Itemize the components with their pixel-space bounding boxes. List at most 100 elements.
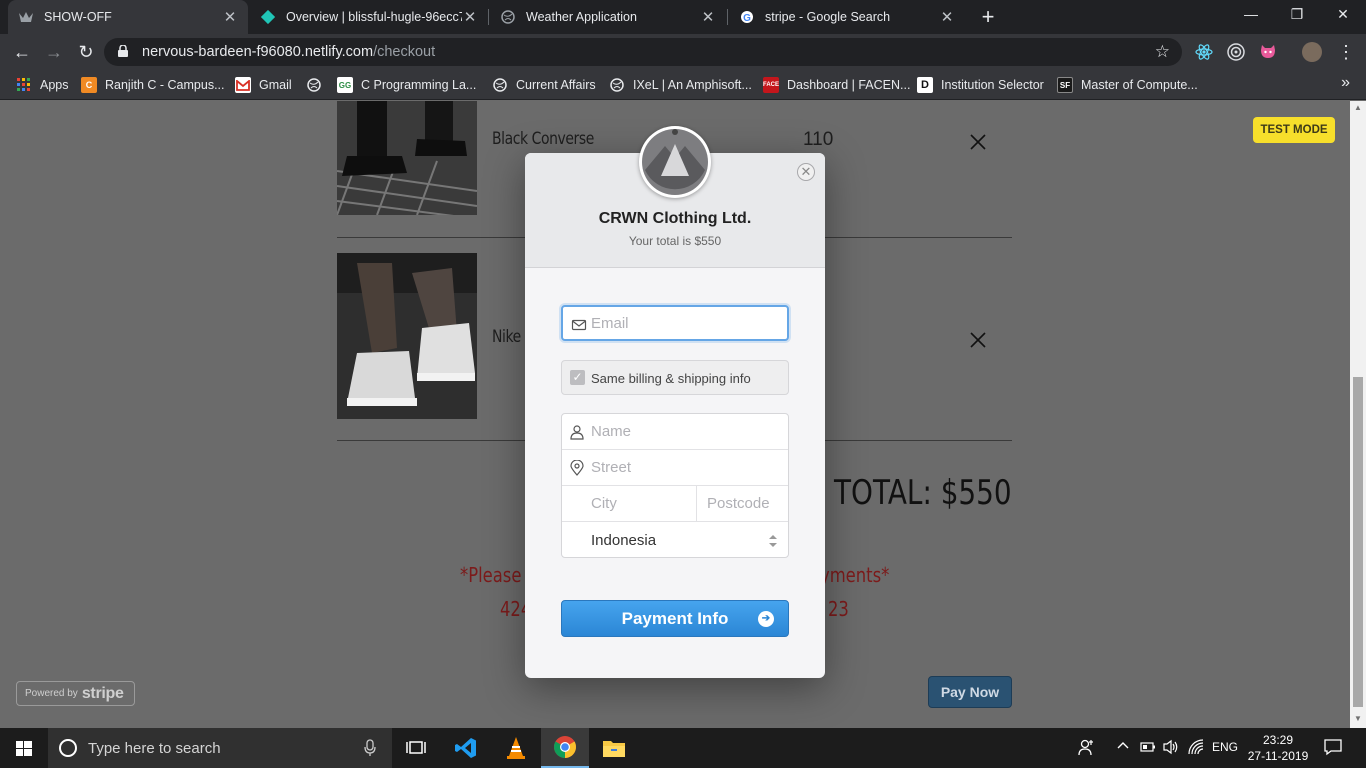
test-card-warning: *Please (460, 563, 522, 587)
pay-now-button[interactable]: Pay Now (928, 676, 1012, 708)
geeksforgeeks-icon: GG (337, 77, 353, 93)
same-billing-checkbox[interactable]: ✓ Same billing & shipping info (561, 360, 789, 395)
microphone-icon[interactable] (364, 739, 376, 757)
postcode-field[interactable]: Postcode (707, 495, 770, 512)
windows-taskbar: Type here to search ENG 23:29 27-11-2019 (0, 728, 1366, 768)
bookmark-current-affairs[interactable]: Current Affairs (492, 76, 596, 94)
tab-overview[interactable]: Overview | blissful-hugle-96ecc7 ✕ (250, 0, 488, 34)
powered-by-stripe[interactable]: Powered by stripe (16, 681, 135, 706)
reload-button[interactable]: ↻ (74, 40, 98, 64)
svg-text:G: G (743, 13, 751, 24)
globe-icon (500, 9, 516, 25)
back-button[interactable]: ← (10, 40, 34, 64)
apps-grid-icon (16, 77, 32, 93)
tab-show-off[interactable]: SHOW-OFF ✕ (8, 0, 248, 34)
email-field[interactable]: Email (561, 305, 789, 341)
payment-info-button[interactable]: Payment Info ➔ (561, 600, 789, 637)
battery-icon[interactable] (1140, 740, 1156, 757)
bookmark-institution[interactable]: D Institution Selector (917, 76, 1044, 94)
close-tab-icon[interactable]: ✕ (700, 8, 716, 26)
sf-icon: SF (1057, 77, 1073, 93)
bookmark-apps[interactable]: Apps (16, 76, 69, 94)
task-view-icon[interactable] (392, 728, 440, 768)
url-path: /checkout (373, 44, 436, 60)
item-name: Nike (492, 327, 521, 347)
item-name: Black Converse (492, 129, 594, 149)
stripe-checkout-modal: ✕ CRWN Clothing Ltd. Your total is $550 … (525, 153, 825, 678)
tab-google-search[interactable]: G stripe - Google Search ✕ (729, 0, 965, 34)
bookmark-globe[interactable] (306, 76, 330, 94)
address-bar[interactable]: nervous-bardeen-f96080.netlify.com/check… (104, 38, 1182, 66)
close-modal-button[interactable]: ✕ (797, 163, 815, 181)
system-clock[interactable]: 23:29 27-11-2019 (1240, 732, 1316, 764)
merchant-name: CRWN Clothing Ltd. (598, 210, 752, 227)
street-field[interactable]: Street (562, 450, 788, 486)
scrollbar-thumb[interactable] (1353, 377, 1363, 707)
close-tab-icon[interactable]: ✕ (939, 8, 955, 26)
target-extension-icon[interactable] (1226, 42, 1246, 62)
page-scrollbar[interactable]: ▲ ▼ (1350, 101, 1366, 728)
name-field[interactable]: Name (562, 414, 788, 450)
browser-tab-bar: SHOW-OFF ✕ Overview | blissful-hugle-96e… (0, 0, 1366, 34)
merchant-logo (639, 126, 711, 198)
arrow-right-icon: ➔ (758, 611, 774, 627)
country-select[interactable]: Indonesia (591, 532, 656, 549)
remove-item-icon[interactable] (968, 330, 988, 350)
order-total: TOTAL: $550 (834, 473, 1012, 513)
show-hidden-icons-chevron[interactable] (1116, 739, 1130, 756)
bookmarks-bar: Apps C Ranjith C - Campus... Gmail GG C … (0, 70, 1366, 100)
notifications-icon[interactable] (1324, 738, 1342, 759)
bookmarks-overflow-icon[interactable]: » (1341, 74, 1350, 92)
chrome-taskbar-icon[interactable] (541, 728, 589, 768)
taskbar-search[interactable]: Type here to search (48, 728, 392, 768)
people-icon[interactable] (1078, 738, 1096, 759)
city-field[interactable]: City (591, 495, 617, 512)
bookmark-ixel[interactable]: IXeL | An Amphisoft... (609, 76, 752, 94)
campus-icon: C (81, 77, 97, 93)
close-tab-icon[interactable]: ✕ (222, 8, 238, 26)
google-icon: G (739, 9, 755, 25)
vlc-icon[interactable] (492, 728, 540, 768)
checkmark-icon: ✓ (570, 370, 585, 385)
forward-button[interactable]: → (42, 40, 66, 64)
globe-icon (609, 77, 625, 93)
tab-weather[interactable]: Weather Application ✕ (490, 0, 726, 34)
restore-button[interactable]: ❐ (1274, 0, 1320, 30)
minimize-button[interactable]: — (1228, 0, 1274, 30)
chrome-menu-icon[interactable]: ⋮ (1334, 40, 1358, 64)
scroll-up-icon[interactable]: ▲ (1354, 103, 1362, 112)
new-tab-button[interactable]: + (976, 4, 1000, 30)
volume-icon[interactable] (1162, 739, 1180, 758)
windows-start-button[interactable] (0, 728, 48, 768)
file-explorer-icon[interactable] (590, 728, 638, 768)
test-card-warning: yments* (820, 563, 890, 587)
browser-toolbar: ← → ↻ nervous-bardeen-f96080.netlify.com… (0, 34, 1366, 70)
vscode-icon[interactable] (442, 728, 490, 768)
lock-icon (118, 45, 128, 57)
bookmark-dashboard[interactable]: FACE Dashboard | FACEN... (763, 76, 910, 94)
octocat-extension-icon[interactable] (1258, 42, 1278, 62)
gmail-icon (235, 77, 251, 93)
scroll-down-icon[interactable]: ▼ (1354, 714, 1362, 723)
react-devtools-icon[interactable] (1194, 42, 1214, 62)
city-postcode-row: City Postcode (562, 486, 788, 522)
profile-avatar[interactable] (1302, 42, 1322, 62)
bookmark-gmail[interactable]: Gmail (235, 76, 292, 94)
bookmark-ranjith[interactable]: C Ranjith C - Campus... (81, 76, 224, 94)
wifi-icon[interactable] (1188, 739, 1206, 758)
bookmark-star-icon[interactable]: ☆ (1155, 42, 1170, 62)
close-tab-icon[interactable]: ✕ (462, 8, 478, 26)
person-icon (570, 425, 584, 440)
remove-item-icon[interactable] (968, 132, 988, 152)
dashboard-icon: FACE (763, 77, 779, 93)
netlify-icon (260, 9, 276, 25)
bookmark-c-programming[interactable]: GG C Programming La... (337, 76, 476, 94)
clock-time: 23:29 (1262, 733, 1294, 747)
test-mode-badge: TEST MODE (1253, 117, 1335, 143)
search-icon (59, 739, 77, 757)
url-host: nervous-bardeen-f96080.netlify.com (142, 44, 374, 60)
close-window-button[interactable]: ✕ (1320, 0, 1366, 30)
input-language[interactable]: ENG (1212, 740, 1238, 754)
crown-icon (18, 9, 34, 25)
bookmark-master-computer[interactable]: SF Master of Compute... (1057, 76, 1198, 94)
